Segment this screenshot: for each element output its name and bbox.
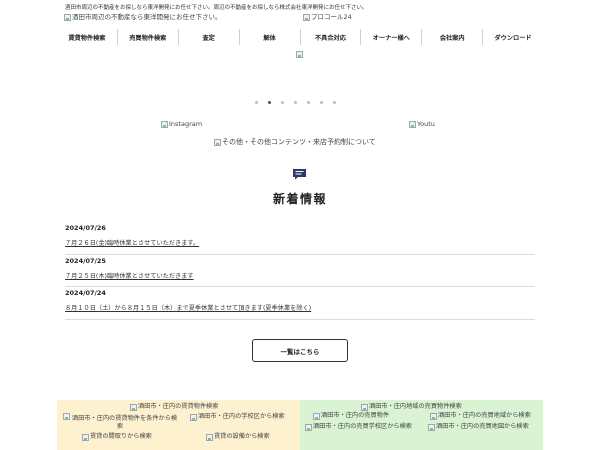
broken-image-icon xyxy=(214,139,221,146)
news-date: 2024/07/26 xyxy=(65,224,106,232)
news-date: 2024/07/24 xyxy=(65,289,106,297)
sale-school-search-alt: 酒田市・庄内の売買学校区から検索 xyxy=(313,423,412,431)
broken-image-icon xyxy=(430,413,437,420)
broken-image-icon xyxy=(161,121,168,128)
slider-dot[interactable] xyxy=(333,101,336,104)
slider-dot[interactable] xyxy=(281,101,284,104)
news-item: 2024/07/24 ８月１０日（土）から８月１５日（木）まで夏季休業とさせて頂… xyxy=(65,287,535,320)
other-contents-alt: その他・その他コンテンツ・来店予約制について xyxy=(222,138,376,146)
broken-image-icon xyxy=(82,434,89,441)
news-link[interactable]: ７月２５日(木)臨時休業とさせていただきます xyxy=(65,271,535,280)
broken-image-icon xyxy=(361,404,368,411)
broken-image-icon xyxy=(303,14,310,21)
sale-area-link[interactable]: 酒田市・庄内の売買物件 xyxy=(313,413,389,420)
sale-map-search-alt: 酒田市・庄内の売買地図から検索 xyxy=(436,423,529,431)
sale-search-title-alt: 酒田市・庄内地域の売買物件検索 xyxy=(369,403,462,411)
sale-area-alt: 酒田市・庄内の売買物件 xyxy=(321,412,390,420)
slider-dot[interactable] xyxy=(255,101,258,104)
sale-area-search-alt: 酒田市・庄内の売買地域から検索 xyxy=(438,412,531,420)
broken-image-icon xyxy=(296,51,303,58)
rental-school-search-link[interactable]: 酒田市・庄内の学校区から検索 xyxy=(190,414,285,421)
slider-dot[interactable] xyxy=(294,101,297,104)
nav-owners[interactable]: オーナー様へ xyxy=(361,29,423,45)
site-tagline: 酒田市周辺の不動産をお探しなら東洋開発にお任せ下さい。周辺の不動産をお探しなら株… xyxy=(65,5,368,11)
nav-repair[interactable]: 不具合対応 xyxy=(301,29,362,45)
instagram-link[interactable]: Instagram xyxy=(161,121,202,128)
sale-area-search-link[interactable]: 酒田市・庄内の売買地域から検索 xyxy=(430,413,531,420)
other-contents-link[interactable]: その他・その他コンテンツ・来店予約制について xyxy=(214,139,376,146)
rental-layout-search-alt: 賃貸の間取りから検索 xyxy=(90,433,152,441)
youtube-alt: Youtu xyxy=(417,120,435,129)
news-section-title: 新着情報 xyxy=(272,192,327,206)
sale-search-title-link[interactable]: 酒田市・庄内地域の売買物件検索 xyxy=(361,404,462,411)
nav-rental-search[interactable]: 賃貸物件検索 xyxy=(57,29,118,45)
youtube-link[interactable]: Youtu xyxy=(409,121,435,128)
rental-search-title-link[interactable]: 酒田市・庄内の賃貸物件検索 xyxy=(130,404,218,411)
chat-bubble-icon xyxy=(293,169,306,180)
nav-appraisal[interactable]: 査定 xyxy=(179,29,240,45)
rental-search-title-alt: 酒田市・庄内の賃貸物件検索 xyxy=(138,403,219,411)
broken-image-icon xyxy=(206,434,213,441)
broken-image-icon xyxy=(409,121,416,128)
broken-image-icon xyxy=(190,414,197,421)
nav-company[interactable]: 会社案内 xyxy=(422,29,484,45)
rental-equipment-search-alt: 賃貸の設備から検索 xyxy=(214,433,270,441)
nav-sale-search[interactable]: 売買物件検索 xyxy=(118,29,179,45)
nav-demolition[interactable]: 解体 xyxy=(240,29,301,45)
nav-download[interactable]: ダウンロード xyxy=(483,29,543,45)
slider-dot[interactable] xyxy=(307,101,310,104)
rental-layout-search-link[interactable]: 賃貸の間取りから検索 xyxy=(82,434,152,441)
sale-search-panel: 酒田市・庄内地域の売買物件検索 酒田市・庄内の売買物件 酒田市・庄内の売買地域か… xyxy=(300,400,543,450)
news-more-button[interactable]: 一覧はこちら xyxy=(252,339,348,362)
slider-pagination xyxy=(255,101,336,104)
news-link[interactable]: ７月２６日(金)臨時休業とさせていただきます。 xyxy=(65,238,535,247)
rental-equipment-search-link[interactable]: 賃貸の設備から検索 xyxy=(206,434,270,441)
slider-dot[interactable] xyxy=(268,101,271,104)
broken-image-icon xyxy=(313,413,320,420)
broken-image-icon xyxy=(428,424,435,431)
rental-condition-search-link[interactable]: 酒田市・庄内の賃貸物件を条件から検索 xyxy=(60,413,180,431)
news-item: 2024/07/26 ７月２６日(金)臨時休業とさせていただきます。 xyxy=(65,222,535,255)
broken-image-icon xyxy=(64,14,71,21)
broken-image-icon xyxy=(62,413,70,420)
rental-school-search-alt: 酒田市・庄内の学校区から検索 xyxy=(198,413,285,421)
partner-banner-link[interactable]: プロコール24 xyxy=(303,14,352,21)
partner-banner-alt: プロコール24 xyxy=(311,13,352,22)
broken-image-icon xyxy=(305,424,312,431)
news-link[interactable]: ８月１０日（土）から８月１５日（木）まで夏季休業とさせて頂きます(夏季休業を除く… xyxy=(65,303,535,312)
news-date: 2024/07/25 xyxy=(65,256,106,265)
rental-condition-search-alt: 酒田市・庄内の賃貸物件を条件から検索 xyxy=(71,415,178,430)
sale-map-search-link[interactable]: 酒田市・庄内の売買地図から検索 xyxy=(428,424,529,431)
news-list: 2024/07/26 ７月２６日(金)臨時休業とさせていただきます。 2024/… xyxy=(65,222,535,320)
rental-search-panel: 酒田市・庄内の賃貸物件検索 酒田市・庄内の賃貸物件を条件から検索 酒田市・庄内の… xyxy=(57,400,300,450)
news-item: 2024/07/25 ７月２５日(木)臨時休業とさせていただきます xyxy=(65,255,535,287)
main-nav: 賃貸物件検索 売買物件検索 査定 解体 不具合対応 オーナー様へ 会社案内 ダウ… xyxy=(57,29,543,45)
sale-school-search-link[interactable]: 酒田市・庄内の売買学校区から検索 xyxy=(305,424,412,431)
site-logo-link[interactable]: 酒田市周辺の不動産なら東洋開発にお任せ下さい。 xyxy=(64,14,222,21)
hero-slider-image[interactable] xyxy=(296,51,303,58)
slider-dot[interactable] xyxy=(320,101,323,104)
instagram-alt: Instagram xyxy=(169,120,203,129)
broken-image-icon xyxy=(130,404,137,411)
site-logo-alt: 酒田市周辺の不動産なら東洋開発にお任せ下さい。 xyxy=(72,13,222,22)
